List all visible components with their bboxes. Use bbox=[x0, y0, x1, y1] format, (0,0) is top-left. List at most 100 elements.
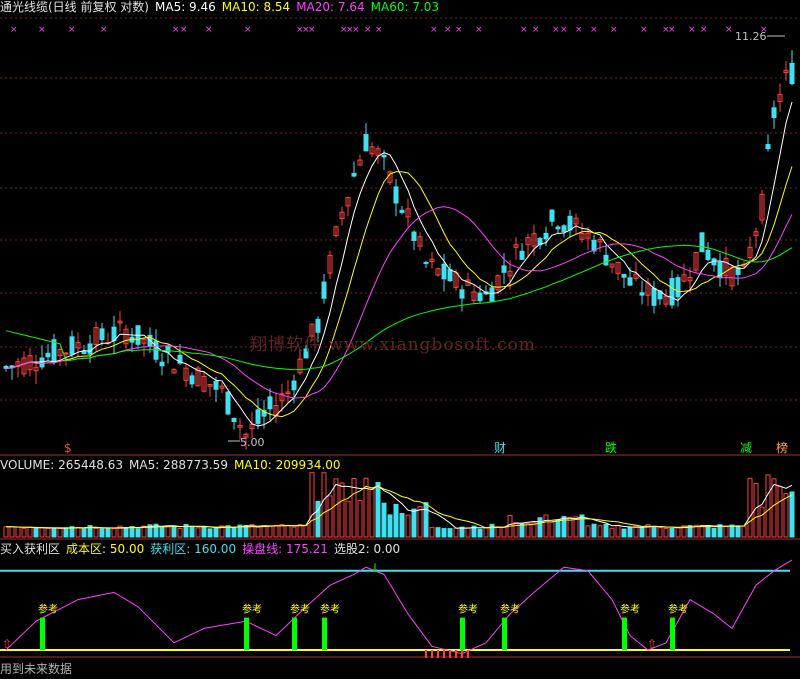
volume-bar bbox=[735, 526, 741, 538]
candle-body bbox=[441, 263, 447, 280]
volume-bar bbox=[135, 528, 141, 538]
candle-body bbox=[489, 287, 495, 302]
volume-bar bbox=[285, 524, 291, 538]
event-label: $ bbox=[64, 441, 72, 455]
volume-bar bbox=[189, 525, 195, 538]
candle-body bbox=[87, 343, 93, 355]
volume-bar bbox=[621, 528, 627, 538]
candle-body bbox=[447, 269, 453, 282]
candle-body bbox=[189, 375, 195, 385]
volume-bar bbox=[105, 527, 111, 538]
stock-title: 通光线缆(日线 前复权 对数) bbox=[0, 0, 149, 14]
volume-bar bbox=[33, 527, 39, 538]
top-marker: × bbox=[610, 25, 618, 35]
reference-label: 参考 bbox=[500, 603, 520, 616]
volume-bar bbox=[9, 526, 15, 538]
volume-bar bbox=[27, 526, 33, 538]
volume-bar bbox=[321, 472, 327, 538]
volume-bar bbox=[741, 525, 747, 538]
candle-body bbox=[789, 62, 795, 85]
volume-bar bbox=[165, 526, 171, 538]
top-marker: × bbox=[725, 25, 733, 35]
candle-body bbox=[549, 209, 555, 222]
volume-bar bbox=[615, 524, 621, 538]
volume-bar bbox=[411, 508, 417, 538]
reference-bar bbox=[622, 617, 627, 650]
top-marker: × bbox=[668, 25, 676, 35]
indicator-name: 买入获利区 bbox=[0, 542, 61, 556]
reference-bar bbox=[244, 617, 249, 650]
reference-bar bbox=[322, 617, 327, 650]
top-marker: × bbox=[308, 25, 316, 35]
top-marker: × bbox=[172, 25, 180, 35]
profit-label: 获利区: 160.00 bbox=[150, 542, 237, 556]
top-marker: × bbox=[180, 25, 188, 35]
volume-bar bbox=[345, 500, 351, 538]
candle-body bbox=[555, 226, 561, 230]
main-chart-header: 通光线缆(日线 前复权 对数) MA5: 9.46 MA10: 8.54 MA20: … bbox=[0, 0, 445, 14]
candle-body bbox=[225, 391, 231, 415]
volume-bar bbox=[549, 521, 555, 538]
volume-bar bbox=[537, 517, 543, 538]
reference-bar bbox=[292, 617, 297, 650]
candle-body bbox=[411, 231, 417, 241]
top-marker: × bbox=[575, 25, 583, 35]
volume-bar bbox=[387, 514, 393, 538]
volume-bar bbox=[3, 526, 9, 538]
reference-label: 参考 bbox=[458, 603, 478, 616]
candle-body bbox=[567, 215, 573, 231]
reference-label: 参考 bbox=[320, 603, 340, 616]
top-marker: × bbox=[520, 25, 528, 35]
volume-bar bbox=[369, 488, 375, 538]
volume-bar bbox=[273, 524, 279, 538]
candle-body bbox=[69, 336, 75, 355]
candle-body bbox=[255, 409, 261, 424]
candle-body bbox=[705, 249, 711, 261]
candle-body bbox=[63, 352, 69, 355]
volume-bar bbox=[195, 527, 201, 538]
volume-bar bbox=[705, 525, 711, 538]
volume-bar bbox=[585, 525, 591, 538]
volume-bar bbox=[441, 528, 447, 538]
volume-bar bbox=[699, 524, 705, 538]
top-marker: × bbox=[100, 25, 108, 35]
volume-bar bbox=[267, 525, 273, 538]
volume-bar bbox=[483, 527, 489, 538]
top-marker: × bbox=[38, 25, 46, 35]
reference-bar bbox=[502, 617, 507, 650]
volume-bar bbox=[357, 500, 363, 538]
volume-bar bbox=[435, 527, 441, 538]
candle-body bbox=[639, 292, 645, 296]
volume-bar bbox=[597, 525, 603, 538]
volume-bar bbox=[255, 526, 261, 538]
candle-body bbox=[621, 273, 627, 278]
volume-bar bbox=[381, 502, 387, 538]
volume-bar bbox=[495, 526, 501, 538]
top-marker: × bbox=[455, 25, 463, 35]
top-marker: × bbox=[688, 25, 696, 35]
select-label: 选股2: 0.00 bbox=[333, 542, 401, 556]
sell-arrow-icon: ↓ bbox=[370, 561, 380, 575]
top-marker: × bbox=[590, 25, 598, 35]
top-marker: × bbox=[444, 25, 452, 35]
volume-bar bbox=[45, 527, 51, 538]
volume-bar bbox=[21, 527, 27, 538]
volume-bar bbox=[111, 528, 117, 538]
volume-bar bbox=[393, 503, 399, 538]
volume-bar bbox=[231, 527, 237, 538]
watermark: 翔博软件 www.xiangbosoft.com bbox=[250, 335, 536, 355]
top-marker: × bbox=[640, 25, 648, 35]
volume-bar bbox=[57, 527, 63, 538]
top-marker: × bbox=[475, 25, 483, 35]
volume-bar bbox=[201, 526, 207, 538]
volume-bar bbox=[453, 527, 459, 538]
volume-bar bbox=[423, 502, 429, 538]
volume-bar bbox=[675, 527, 681, 538]
volume-bar bbox=[15, 526, 21, 538]
buy-arrow-icon: ⇧ bbox=[2, 637, 12, 651]
volume-bar bbox=[291, 526, 297, 538]
future-data-note: 用到未来数据 bbox=[0, 662, 73, 676]
volume-bar bbox=[603, 523, 609, 538]
candle-body bbox=[39, 357, 45, 368]
candle-body bbox=[501, 265, 507, 273]
